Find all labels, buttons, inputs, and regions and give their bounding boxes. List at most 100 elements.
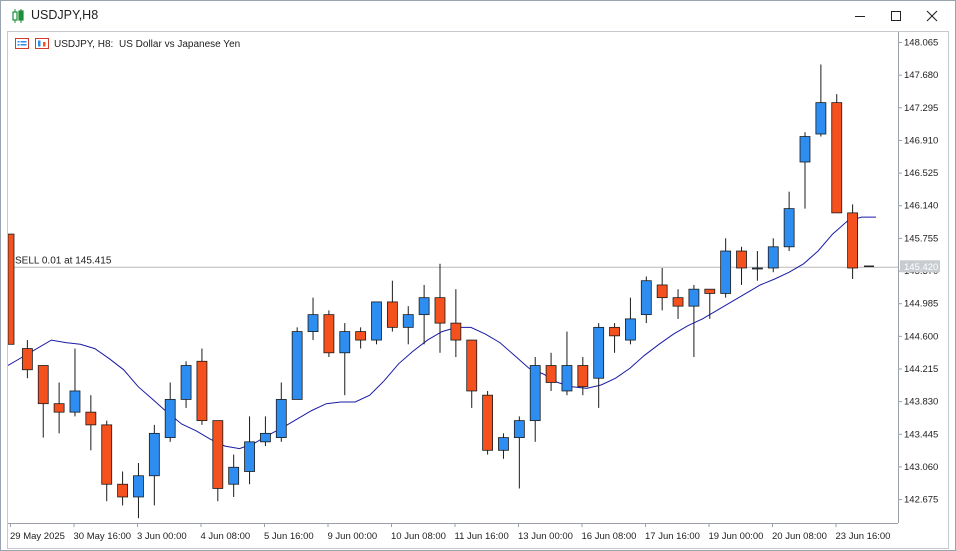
candle-body-bull bbox=[640, 280, 652, 316]
candle bbox=[672, 289, 684, 319]
candle-body-bear bbox=[117, 483, 128, 498]
candle bbox=[133, 463, 144, 519]
candle-body-bear bbox=[101, 424, 113, 485]
candle-body-bear bbox=[8, 233, 15, 345]
candle-body-bear bbox=[609, 326, 620, 337]
candle-body-bull bbox=[815, 102, 827, 135]
candle-body-bull bbox=[148, 432, 160, 477]
candle-body-bear bbox=[656, 284, 668, 299]
time-tick-label: 9 Jun 00:00 bbox=[328, 531, 378, 542]
candle-body-bear bbox=[545, 365, 557, 383]
candle bbox=[37, 365, 49, 438]
candle bbox=[307, 297, 319, 341]
candle bbox=[529, 357, 541, 442]
candle bbox=[847, 204, 859, 280]
chart-description: US Dollar vs Japanese Yen bbox=[119, 39, 240, 50]
title-bar[interactable]: USDJPY,H8 bbox=[1, 1, 955, 31]
candle bbox=[561, 331, 573, 396]
candle bbox=[371, 301, 382, 345]
chart-header: USDJPY, H8: US Dollar vs Japanese Yen bbox=[15, 38, 240, 50]
candle bbox=[101, 420, 113, 502]
candle-body-bull bbox=[307, 314, 319, 332]
time-tick-label: 10 Jun 08:00 bbox=[391, 531, 446, 542]
candle-body-bear bbox=[482, 394, 494, 451]
chart-symbol: USDJPY, H8: bbox=[54, 39, 113, 50]
candle bbox=[164, 382, 176, 442]
time-tick-label: 3 Jun 00:00 bbox=[137, 531, 187, 542]
window-title: USDJPY,H8 bbox=[31, 8, 99, 22]
candle bbox=[418, 284, 430, 345]
candle-body-bear bbox=[323, 314, 335, 354]
trade-level-label: SELL 0.01 at 145.415 bbox=[15, 256, 112, 267]
candle-body-bear bbox=[466, 339, 478, 392]
candle bbox=[545, 352, 557, 391]
price-tick-label: 143.060 bbox=[904, 462, 938, 473]
current-price-badge: 145.420 bbox=[900, 260, 940, 273]
candlestick-icon bbox=[12, 9, 24, 23]
price-tick-label: 146.140 bbox=[904, 201, 938, 212]
candle bbox=[196, 348, 208, 425]
candle bbox=[577, 357, 589, 396]
candle bbox=[434, 263, 446, 353]
maximize-button[interactable] bbox=[877, 1, 915, 31]
candle bbox=[640, 276, 652, 324]
candle bbox=[736, 246, 747, 285]
candle bbox=[831, 94, 843, 214]
candle-body-bear bbox=[212, 420, 224, 489]
candle-body-bull bbox=[228, 466, 240, 485]
candle-body-bull bbox=[69, 390, 81, 413]
candle bbox=[260, 416, 271, 447]
time-tick-label: 17 Jun 16:00 bbox=[645, 531, 700, 542]
price-tick-label: 148.065 bbox=[904, 38, 938, 49]
candle bbox=[53, 382, 65, 434]
candle bbox=[180, 361, 192, 408]
candle bbox=[386, 280, 398, 332]
candle bbox=[513, 416, 525, 489]
candle bbox=[815, 64, 827, 137]
candle bbox=[355, 327, 367, 349]
candle bbox=[212, 420, 224, 502]
chart-window: USDJPY,H8 148.065 147.680 147.295 146.910 14… bbox=[0, 0, 956, 551]
candle bbox=[609, 323, 620, 353]
candle-body-bull bbox=[513, 420, 525, 438]
candle bbox=[291, 327, 303, 400]
current-price-label: 145.420 bbox=[904, 262, 938, 273]
candle bbox=[751, 251, 763, 281]
time-axis: 29 May 2025 30 May 16:00 3 Jun 00:00 4 Jun … bbox=[10, 523, 890, 542]
candle-body-bull bbox=[561, 365, 573, 392]
chart-area[interactable]: 148.065 147.680 147.295 146.910 146.525 146.1… bbox=[7, 31, 949, 549]
candle-body-bear bbox=[704, 288, 716, 294]
candle-body-bear bbox=[736, 250, 747, 269]
candle bbox=[21, 340, 33, 379]
price-tick-label: 146.525 bbox=[904, 168, 938, 179]
candle bbox=[498, 433, 509, 459]
close-icon bbox=[926, 10, 938, 22]
candle-body-bull bbox=[180, 365, 192, 400]
candle-body-bull bbox=[418, 297, 430, 316]
time-tick-label: 30 May 16:00 bbox=[74, 531, 132, 542]
trading-menu-icon[interactable] bbox=[15, 38, 29, 49]
candlestick-chart[interactable]: 148.065 147.680 147.295 146.910 146.525 146.1… bbox=[8, 32, 948, 548]
price-tick-label: 147.680 bbox=[904, 70, 938, 81]
candle-body-bear bbox=[672, 297, 684, 307]
candle-body-bull bbox=[720, 250, 732, 294]
minimize-icon bbox=[855, 16, 865, 17]
chart-properties-icon[interactable] bbox=[35, 38, 49, 49]
candle-body-bull bbox=[625, 318, 636, 341]
price-tick-label: 145.755 bbox=[904, 233, 938, 244]
candle-body-bull bbox=[371, 301, 382, 341]
candle-body-bear bbox=[21, 348, 33, 371]
candle bbox=[117, 471, 128, 506]
candles bbox=[8, 64, 874, 519]
candle-body-bull bbox=[244, 441, 255, 472]
candle-body-bull bbox=[291, 331, 303, 400]
candle bbox=[593, 323, 605, 408]
candle bbox=[339, 323, 351, 396]
minimize-button[interactable] bbox=[841, 1, 879, 31]
close-button[interactable] bbox=[913, 1, 951, 31]
candle bbox=[799, 132, 811, 209]
candle-body-bull bbox=[529, 365, 541, 422]
candle-body-bear bbox=[434, 297, 446, 324]
candle-body-bear bbox=[831, 102, 843, 214]
candle-body-bull bbox=[593, 326, 605, 379]
